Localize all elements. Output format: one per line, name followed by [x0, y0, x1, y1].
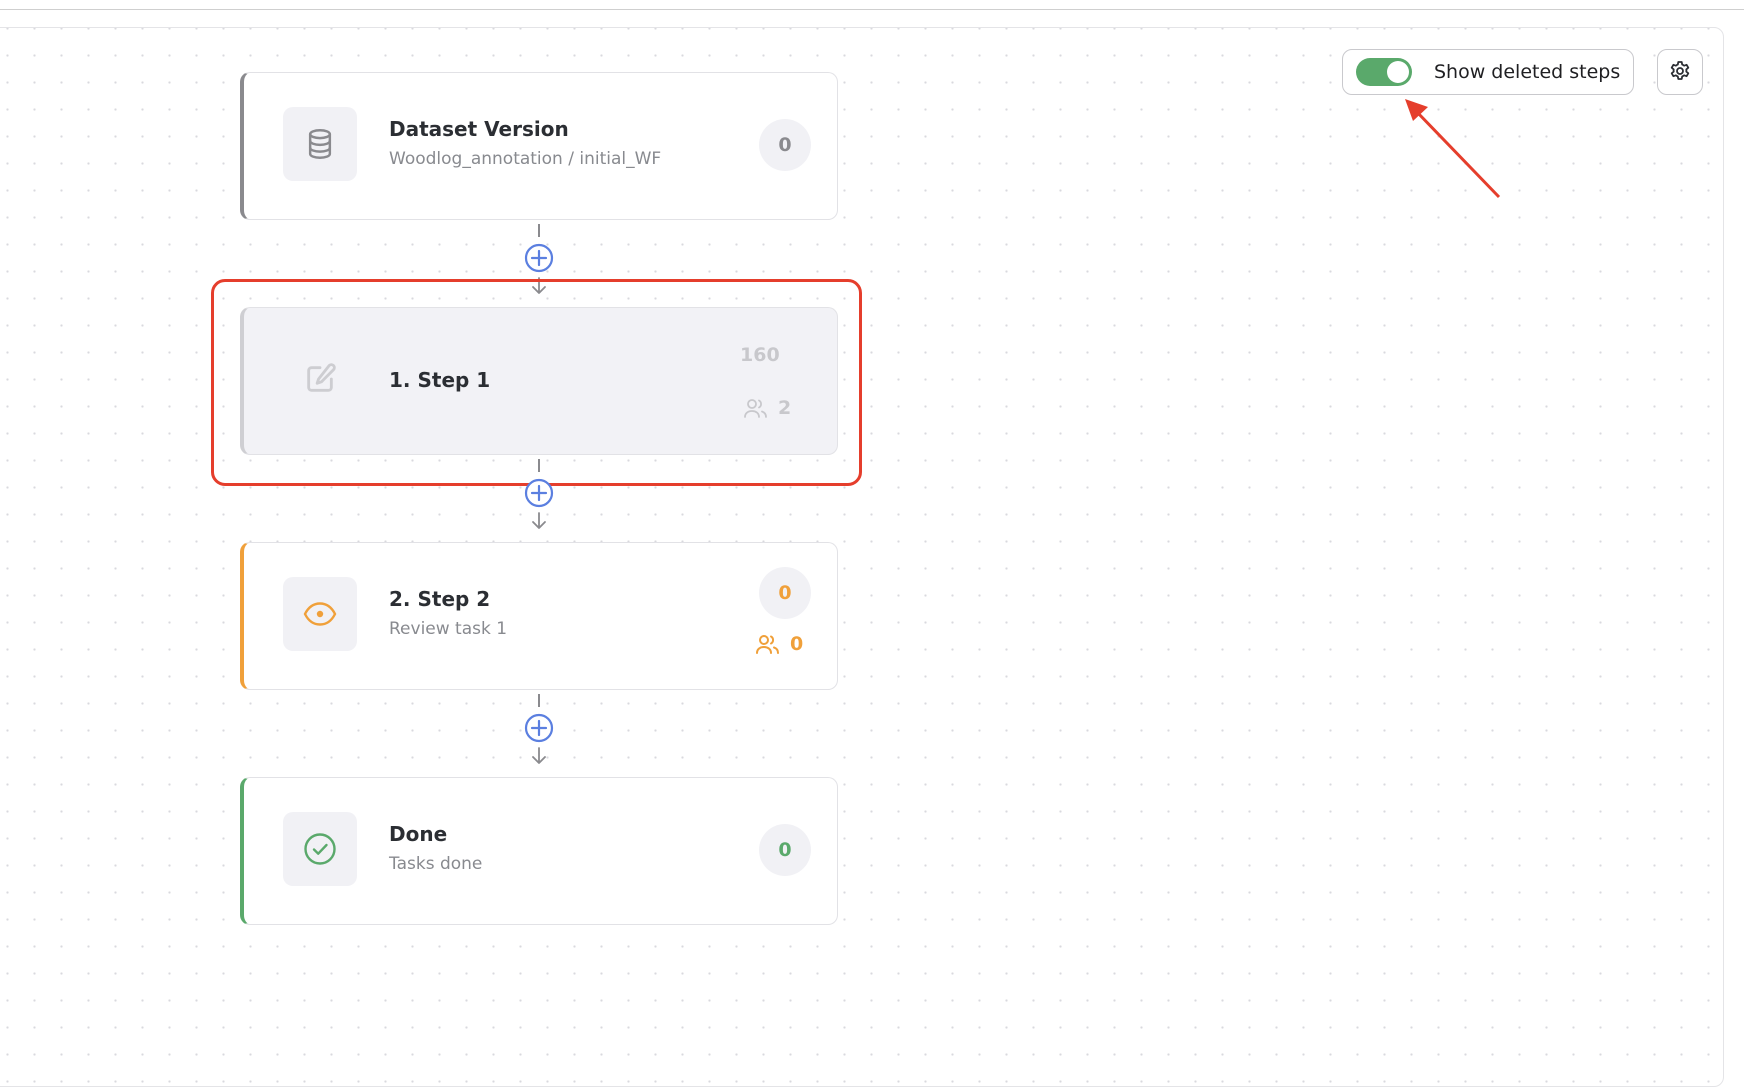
done-count-badge: 0: [759, 824, 811, 876]
step-2-subtitle: Review task 1: [389, 619, 508, 639]
add-step-plus-icon[interactable]: [524, 478, 554, 508]
edit-icon: [307, 363, 336, 392]
step-1-assignees: 2: [744, 397, 791, 419]
check-circle-icon: [304, 833, 336, 865]
done-subtitle: Tasks done: [389, 854, 483, 874]
dataset-icon-box: [283, 107, 357, 181]
connector-line: [538, 694, 540, 707]
dataset-subtitle: Woodlog_annotation / initial_WF: [389, 149, 662, 169]
done-card[interactable]: Done Tasks done 0: [240, 777, 838, 925]
dataset-version-card[interactable]: Dataset Version Woodlog_annotation / ini…: [240, 72, 838, 220]
toggle-switch[interactable]: [1356, 58, 1412, 86]
done-icon-box: [283, 812, 357, 886]
connector-line: [538, 224, 540, 237]
toggle-knob: [1387, 61, 1409, 83]
step-1-icon-box: [283, 342, 357, 416]
step-2-assignee-count: 0: [790, 633, 804, 655]
step-1-assignee-count: 2: [778, 397, 792, 419]
show-deleted-steps-toggle[interactable]: Show deleted steps: [1342, 49, 1634, 95]
step-2-assignees: 0: [756, 633, 803, 655]
step-2-title: 2. Step 2: [389, 587, 491, 611]
dataset-count-badge: 0: [759, 119, 811, 171]
step-2-count-badge: 0: [759, 567, 811, 619]
arrow-down-icon: [532, 277, 546, 294]
users-icon: [744, 399, 767, 418]
settings-button[interactable]: [1657, 49, 1703, 95]
gear-icon: [1670, 61, 1690, 80]
step-2-icon-box: [283, 577, 357, 651]
top-divider: [0, 9, 1744, 10]
add-step-plus-icon[interactable]: [524, 243, 554, 273]
done-title: Done: [389, 822, 448, 846]
arrow-down-icon: [532, 512, 546, 529]
arrow-down-icon: [532, 747, 546, 764]
dataset-title: Dataset Version: [389, 117, 569, 141]
step-card-2[interactable]: 2. Step 2 Review task 1 0 0: [240, 542, 838, 690]
eye-icon: [303, 602, 337, 626]
step-1-count: 160: [740, 344, 780, 366]
database-icon: [308, 128, 332, 160]
connector-line: [538, 459, 540, 472]
show-deleted-steps-label: Show deleted steps: [1434, 61, 1621, 83]
users-icon: [756, 635, 779, 654]
add-step-plus-icon[interactable]: [524, 713, 554, 743]
step-card-1[interactable]: 1. Step 1 160 2: [240, 307, 838, 455]
step-1-title: 1. Step 1: [389, 368, 491, 392]
